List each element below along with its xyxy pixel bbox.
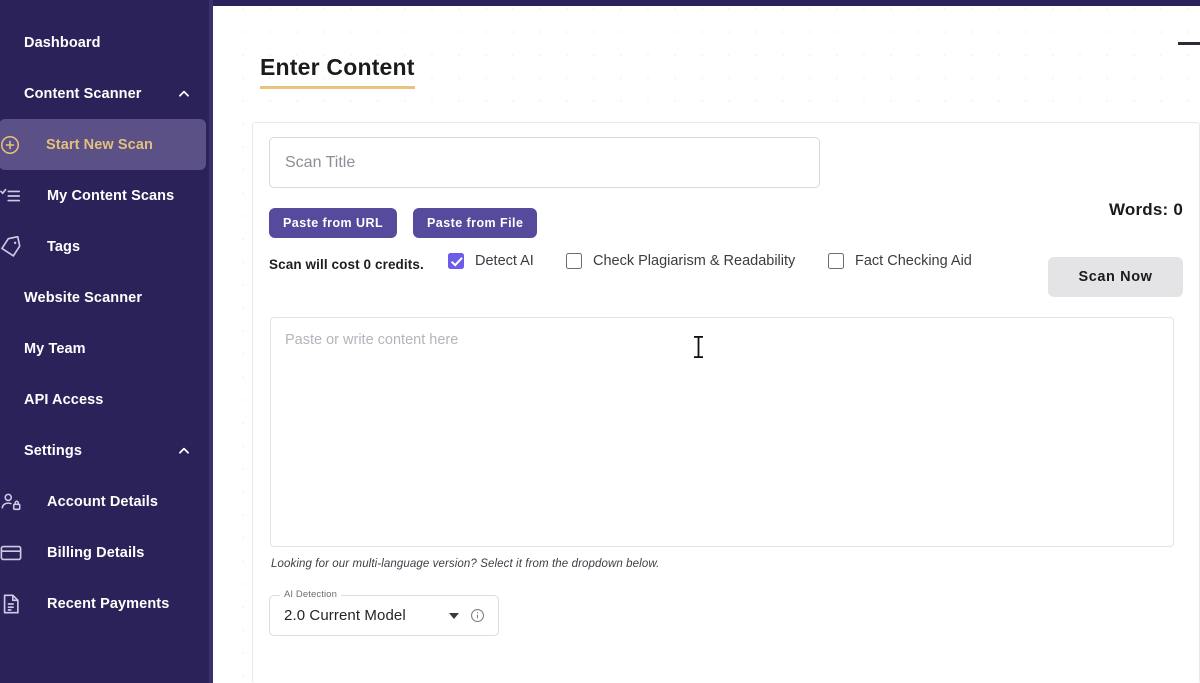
- paste-from-url-button[interactable]: Paste from URL: [269, 208, 398, 238]
- page-title-underline: [260, 86, 415, 89]
- sidebar: Dashboard Content Scanner Start New Scan…: [0, 0, 213, 683]
- sidebar-item-label: Dashboard: [24, 34, 101, 51]
- ai-detection-model-legend: AI Detection: [280, 589, 341, 600]
- sidebar-item-tags[interactable]: Tags: [0, 221, 213, 272]
- sidebar-item-website-scanner[interactable]: Website Scanner: [0, 272, 213, 323]
- sidebar-item-label: Settings: [24, 442, 82, 459]
- plus-circle-icon: [0, 132, 23, 158]
- sidebar-item-api-access[interactable]: API Access: [0, 374, 213, 425]
- page-title: Enter Content: [260, 54, 415, 80]
- sidebar-item-my-content-scans[interactable]: My Content Scans: [0, 170, 213, 221]
- sidebar-item-label: My Team: [24, 340, 86, 357]
- sidebar-item-recent-payments[interactable]: Recent Payments: [0, 578, 213, 629]
- checkbox-label: Check Plagiarism & Readability: [593, 253, 796, 269]
- sidebar-item-label: Website Scanner: [24, 289, 143, 306]
- checkbox-box[interactable]: [448, 253, 464, 269]
- paste-from-file-button[interactable]: Paste from File: [413, 208, 538, 238]
- enter-content-card: Paste from URL Paste from File Scan will…: [252, 122, 1200, 683]
- document-icon: [0, 591, 24, 617]
- credit-cost-note: Scan will cost 0 credits.: [269, 257, 424, 272]
- scroll-indicator-rule: [1178, 42, 1200, 45]
- main-inner-surface: Enter Content Paste from URL Paste from …: [240, 6, 1200, 683]
- user-lock-icon: [0, 489, 24, 515]
- sidebar-item-label: Recent Payments: [47, 595, 170, 612]
- chevron-up-icon: [177, 444, 191, 458]
- page-title-wrapper: Enter Content: [260, 54, 415, 89]
- main-content-area: Enter Content Paste from URL Paste from …: [213, 6, 1200, 683]
- ai-detection-model-select[interactable]: AI Detection 2.0 Current Model: [269, 589, 499, 636]
- list-check-icon: [0, 183, 24, 209]
- checkbox-detect-ai[interactable]: Detect AI: [448, 253, 534, 269]
- sidebar-item-account-details[interactable]: Account Details: [0, 476, 213, 527]
- word-count-label: Words: 0: [1108, 200, 1183, 219]
- ai-detection-model-value: 2.0 Current Model: [284, 607, 406, 624]
- chevron-down-icon[interactable]: [449, 613, 459, 619]
- sidebar-item-label: Content Scanner: [24, 85, 142, 102]
- sidebar-item-my-team[interactable]: My Team: [0, 323, 213, 374]
- checkbox-box[interactable]: [566, 253, 582, 269]
- checkbox-label: Fact Checking Aid: [855, 253, 972, 269]
- sidebar-item-label: My Content Scans: [47, 187, 175, 204]
- content-textarea[interactable]: [270, 317, 1174, 547]
- info-circle-icon[interactable]: [470, 608, 485, 623]
- checkbox-label: Detect AI: [475, 253, 534, 269]
- tag-icon: [0, 234, 24, 260]
- checkbox-box[interactable]: [828, 253, 844, 269]
- sidebar-item-dashboard[interactable]: Dashboard: [0, 17, 213, 68]
- multi-language-note: Looking for our multi-language version? …: [271, 558, 660, 570]
- chevron-up-icon: [177, 87, 191, 101]
- sidebar-item-label: API Access: [24, 391, 104, 408]
- sidebar-item-settings[interactable]: Settings: [0, 425, 213, 476]
- scan-now-button[interactable]: Scan Now: [1048, 257, 1183, 297]
- sidebar-item-content-scanner[interactable]: Content Scanner: [0, 68, 213, 119]
- checkbox-check-plagiarism-readability[interactable]: Check Plagiarism & Readability: [566, 253, 795, 269]
- sidebar-item-start-new-scan[interactable]: Start New Scan: [0, 119, 206, 170]
- sidebar-item-billing-details[interactable]: Billing Details: [0, 527, 213, 578]
- credit-card-icon: [0, 540, 24, 566]
- scan-title-input[interactable]: [269, 137, 820, 188]
- checkbox-fact-checking-aid[interactable]: Fact Checking Aid: [828, 253, 972, 269]
